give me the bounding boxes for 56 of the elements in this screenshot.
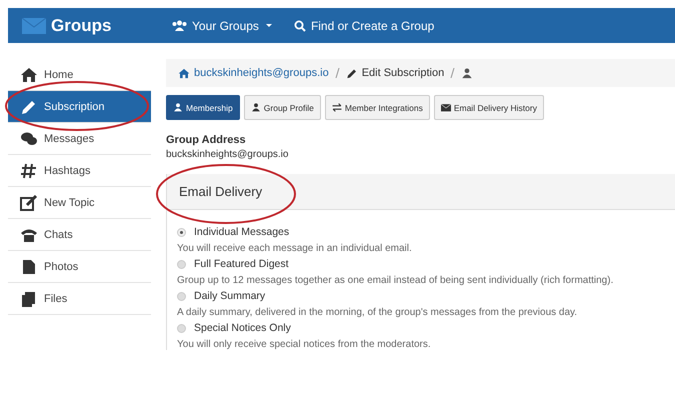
group-address: buckskinheights@groups.io <box>166 149 290 160</box>
home-icon <box>20 66 38 82</box>
pencil-icon <box>20 98 38 114</box>
tab[interactable]: Email Delivery History <box>434 95 544 120</box>
breadcrumb-link[interactable]: Edit Subscription <box>346 67 444 79</box>
sidebar-item[interactable]: Photos <box>8 251 151 283</box>
option-description: You will receive each message in an individual email. <box>177 243 413 254</box>
sidebar-item[interactable]: Messages <box>8 123 151 155</box>
option-description: Group up to 12 messages together as one email instead of being sent individually (rich formatting). <box>177 275 614 286</box>
envelope-icon <box>22 18 46 34</box>
logo-text[interactable]: Groups <box>51 16 112 36</box>
tab[interactable]: Group Profile <box>244 95 321 120</box>
radio-button[interactable] <box>177 292 186 300</box>
field-label: Group Address <box>166 134 247 146</box>
sidebar-item[interactable]: Chats <box>8 219 151 251</box>
option-label: Individual Messages <box>194 226 290 238</box>
option-label: Full Featured Digest <box>194 258 289 270</box>
radio-button[interactable] <box>177 228 186 236</box>
user-icon <box>173 103 183 112</box>
sidebar-item[interactable]: Subscription <box>8 91 151 123</box>
photo-icon <box>20 258 38 274</box>
tab[interactable]: Membership <box>166 95 240 120</box>
edit-icon <box>20 194 38 210</box>
users-icon <box>172 20 187 31</box>
arrows-icon <box>332 103 342 112</box>
option-label: Special Notices Only <box>194 322 291 334</box>
panel-title: Email Delivery <box>179 184 262 199</box>
radio-option[interactable]: Daily Summary <box>177 290 675 302</box>
user-icon <box>250 103 261 112</box>
tab[interactable]: Member Integrations <box>324 95 430 120</box>
radio-option[interactable]: Full Featured Digest <box>177 258 675 270</box>
chat-icon <box>20 130 38 146</box>
sidebar-item[interactable]: Files <box>8 283 151 315</box>
radio-option[interactable]: Special Notices Only <box>177 322 675 334</box>
hash-icon <box>20 162 38 178</box>
files-icon <box>20 290 38 306</box>
radio-option[interactable]: Individual Messages <box>177 226 675 238</box>
radio-button[interactable] <box>177 260 186 268</box>
nav-link[interactable]: Your Groups <box>172 18 272 32</box>
home-icon <box>178 68 190 78</box>
phone-icon <box>20 226 38 242</box>
caret-icon <box>266 24 272 27</box>
breadcrumb-separator <box>450 68 456 78</box>
option-description: You will only receive special notices from the moderators. <box>177 339 432 350</box>
envelope-icon <box>440 103 451 112</box>
radio-button[interactable] <box>177 324 186 332</box>
sidebar-item[interactable]: Hashtags <box>8 155 151 187</box>
option-label: Daily Summary <box>194 290 266 302</box>
option-description: A daily summary, delivered in the morning, of the group's messages from the previous day. <box>177 307 578 318</box>
breadcrumb-link[interactable]: buckskinheights@groups.io <box>178 67 329 79</box>
sidebar-item[interactable]: New Topic <box>8 187 151 219</box>
nav-link[interactable]: Find or Create a Group <box>294 18 434 32</box>
pencil-icon <box>346 68 358 78</box>
search-icon <box>294 20 306 32</box>
user-icon[interactable] <box>461 68 474 78</box>
breadcrumb-separator <box>334 68 340 78</box>
